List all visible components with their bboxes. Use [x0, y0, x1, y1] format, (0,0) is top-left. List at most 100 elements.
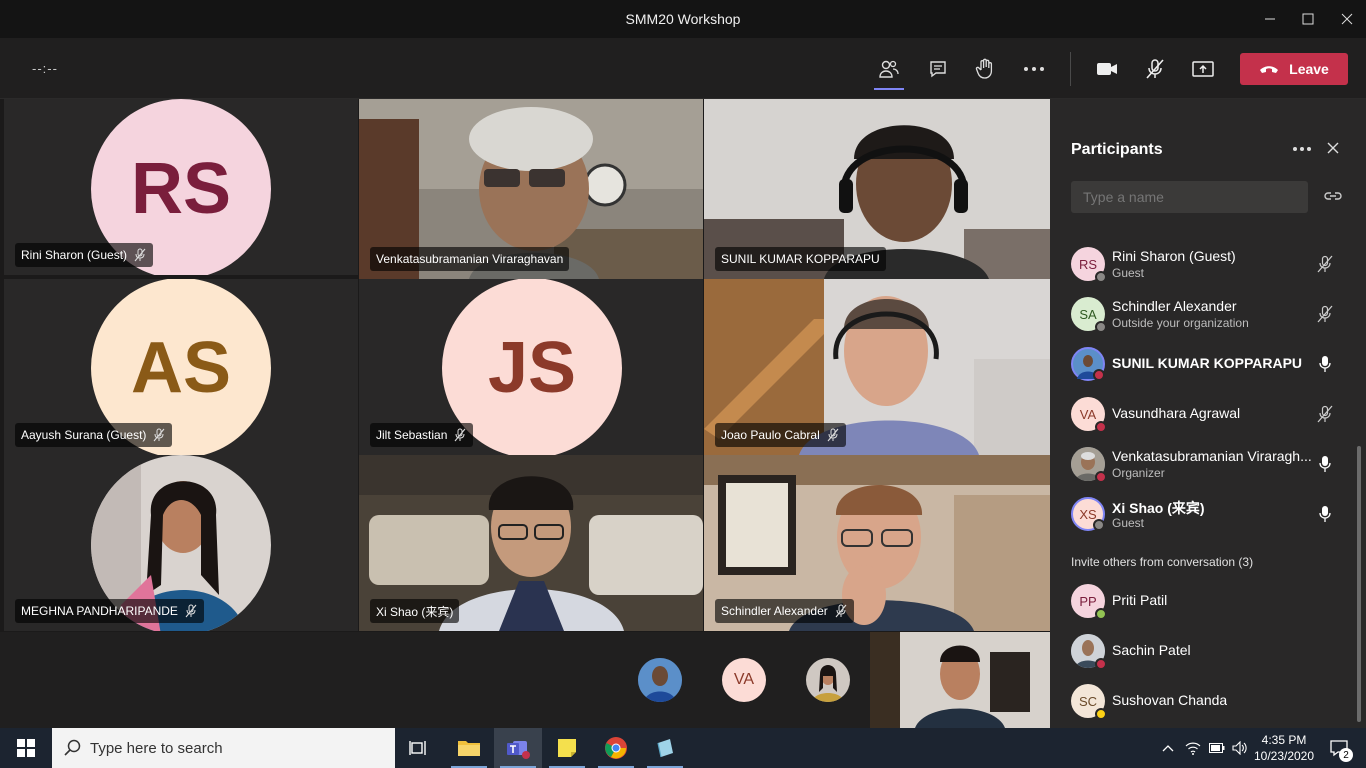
avatar-initials: XS — [1079, 506, 1097, 522]
avatar[interactable]: VA — [722, 658, 766, 702]
leave-button[interactable]: Leave — [1240, 53, 1348, 85]
participant-role: Outside your organization — [1112, 316, 1249, 330]
participant-name: MEGHNA PANDHARIPANDE — [21, 604, 178, 618]
invite-section-header[interactable]: Invite others from conversation (3) — [1071, 555, 1253, 569]
video-tile[interactable]: Joao Paulo Cabral — [704, 279, 1050, 455]
avatar-initials: SC — [1078, 693, 1098, 709]
minimize-button[interactable] — [1256, 6, 1284, 32]
mic-off-icon — [134, 248, 146, 262]
name-tag: Schindler Alexander — [715, 599, 854, 623]
participant-name: Joao Paulo Cabral — [721, 428, 820, 442]
participants-button[interactable] — [872, 52, 906, 90]
clock-time: 4:35 PM — [1261, 733, 1307, 747]
invite-section-label: Invite others from conversation (3) — [1071, 555, 1254, 569]
copy-link-button[interactable] — [1324, 189, 1342, 205]
mic-off-icon — [1317, 405, 1333, 423]
participant-name: Priti Patil — [1112, 592, 1168, 608]
participant-item[interactable]: Venkatasubramanian Viraragh... Organizer — [1050, 439, 1350, 489]
network-button[interactable] — [1182, 728, 1204, 768]
video-tile[interactable]: RS Rini Sharon (Guest) — [4, 99, 358, 275]
mic-button[interactable] — [1138, 52, 1172, 86]
participant-role: Guest — [1112, 516, 1145, 530]
mic-off-icon — [153, 428, 165, 442]
name-tag: Aayush Surana (Guest) — [15, 423, 173, 447]
participant-name: Vasundhara Agrawal — [1112, 405, 1241, 421]
taskbar-teams[interactable] — [494, 728, 542, 768]
name-tag: SUNIL KUMAR KOPPARAPU — [715, 247, 886, 271]
taskbar-file-explorer[interactable] — [445, 728, 493, 768]
participant-name: Rini Sharon (Guest) — [21, 248, 128, 262]
presence-dot — [1095, 658, 1107, 670]
participants-panel: Participants RS Rini Sharon (Guest) Gues… — [1050, 99, 1366, 728]
participant-search-input[interactable] — [1071, 181, 1308, 213]
video-tile[interactable]: Venkatasubramanian Viraraghavan — [359, 99, 703, 279]
self-view[interactable] — [870, 632, 1050, 728]
mic-off-icon — [835, 604, 847, 618]
panel-close-button[interactable] — [1326, 141, 1342, 157]
video-tile[interactable]: SUNIL KUMAR KOPPARAPU — [704, 99, 1050, 279]
participant-item[interactable]: RS Rini Sharon (Guest) Guest — [1050, 239, 1350, 289]
show-hidden-icons-button[interactable] — [1158, 728, 1178, 768]
mic-on-icon — [1319, 456, 1331, 472]
invite-item[interactable]: SC Sushovan Chanda — [1050, 676, 1350, 726]
participant-name: Xi Shao (来宾) — [1112, 500, 1205, 516]
participant-name: SUNIL KUMAR KOPPARAPU — [721, 252, 880, 266]
participant-name: Schindler Alexander — [1112, 298, 1237, 314]
mic-off-icon — [454, 428, 466, 442]
leave-label: Leave — [1289, 61, 1329, 77]
taskbar-clock[interactable]: 4:35 PM 10/23/2020 — [1250, 732, 1318, 764]
presence-dot — [1093, 519, 1105, 531]
title-bar: SMM20 Workshop — [0, 0, 1366, 38]
avatar[interactable] — [638, 658, 682, 702]
close-icon — [1327, 142, 1339, 154]
start-button[interactable] — [0, 728, 52, 768]
video-tile[interactable]: MEGHNA PANDHARIPANDE — [4, 455, 358, 631]
taskbar-app[interactable] — [641, 728, 689, 768]
invite-item[interactable]: PP Priti Patil — [1050, 576, 1350, 626]
video-tile[interactable]: JS Jilt Sebastian — [359, 279, 703, 455]
taskbar-search[interactable]: Type here to search — [52, 728, 395, 768]
participant-name: Venkatasubramanian Viraraghavan — [376, 252, 564, 266]
avatar: VA — [1071, 397, 1107, 433]
notifications-button[interactable]: 2 — [1325, 728, 1353, 768]
video-tile[interactable]: Schindler Alexander — [704, 455, 1050, 631]
panel-more-button[interactable] — [1292, 141, 1312, 157]
window-title: SMM20 Workshop — [625, 11, 741, 27]
more-actions-button[interactable] — [1017, 52, 1051, 86]
participant-item[interactable]: SA Schindler Alexander Outside your orga… — [1050, 289, 1350, 339]
volume-button[interactable] — [1229, 728, 1251, 768]
participant-name: Sachin Patel — [1112, 642, 1191, 658]
video-tile[interactable]: AS Aayush Surana (Guest) — [4, 279, 358, 455]
share-screen-button[interactable] — [1186, 52, 1220, 86]
battery-icon — [1209, 743, 1225, 753]
participant-role: Organizer — [1112, 466, 1165, 480]
panel-scrollbar[interactable] — [1357, 446, 1361, 722]
participant-item[interactable]: VA Vasundhara Agrawal — [1050, 389, 1350, 439]
avatar — [1071, 447, 1107, 483]
video-tile[interactable]: Xi Shao (来宾) — [359, 455, 703, 631]
name-tag: Jilt Sebastian — [370, 423, 474, 447]
camera-icon — [1097, 63, 1117, 75]
presence-dot — [1095, 271, 1107, 283]
participant-item[interactable]: SUNIL KUMAR KOPPARAPU — [1050, 339, 1350, 389]
taskbar-chrome[interactable] — [592, 728, 640, 768]
avatar[interactable] — [806, 658, 850, 702]
invite-item[interactable]: Sachin Patel — [1050, 626, 1350, 676]
participant-name: Schindler Alexander — [721, 604, 828, 618]
maximize-button[interactable] — [1294, 6, 1322, 32]
avatar: PP — [1071, 584, 1107, 620]
camera-button[interactable] — [1090, 52, 1124, 86]
search-icon — [64, 739, 81, 756]
chat-button[interactable] — [921, 52, 955, 86]
teams-icon — [507, 741, 530, 759]
presence-dot — [1095, 471, 1107, 483]
close-window-button[interactable] — [1333, 6, 1361, 32]
battery-button[interactable] — [1206, 728, 1228, 768]
task-view-button[interactable] — [395, 728, 443, 768]
raise-hand-button[interactable] — [968, 52, 1002, 86]
hang-up-icon — [1260, 66, 1279, 73]
taskbar-sticky-notes[interactable] — [543, 728, 591, 768]
avatar: XS — [1071, 497, 1105, 531]
participant-item[interactable]: XS Xi Shao (来宾) Guest — [1050, 489, 1350, 539]
mic-off-icon — [1317, 305, 1333, 323]
